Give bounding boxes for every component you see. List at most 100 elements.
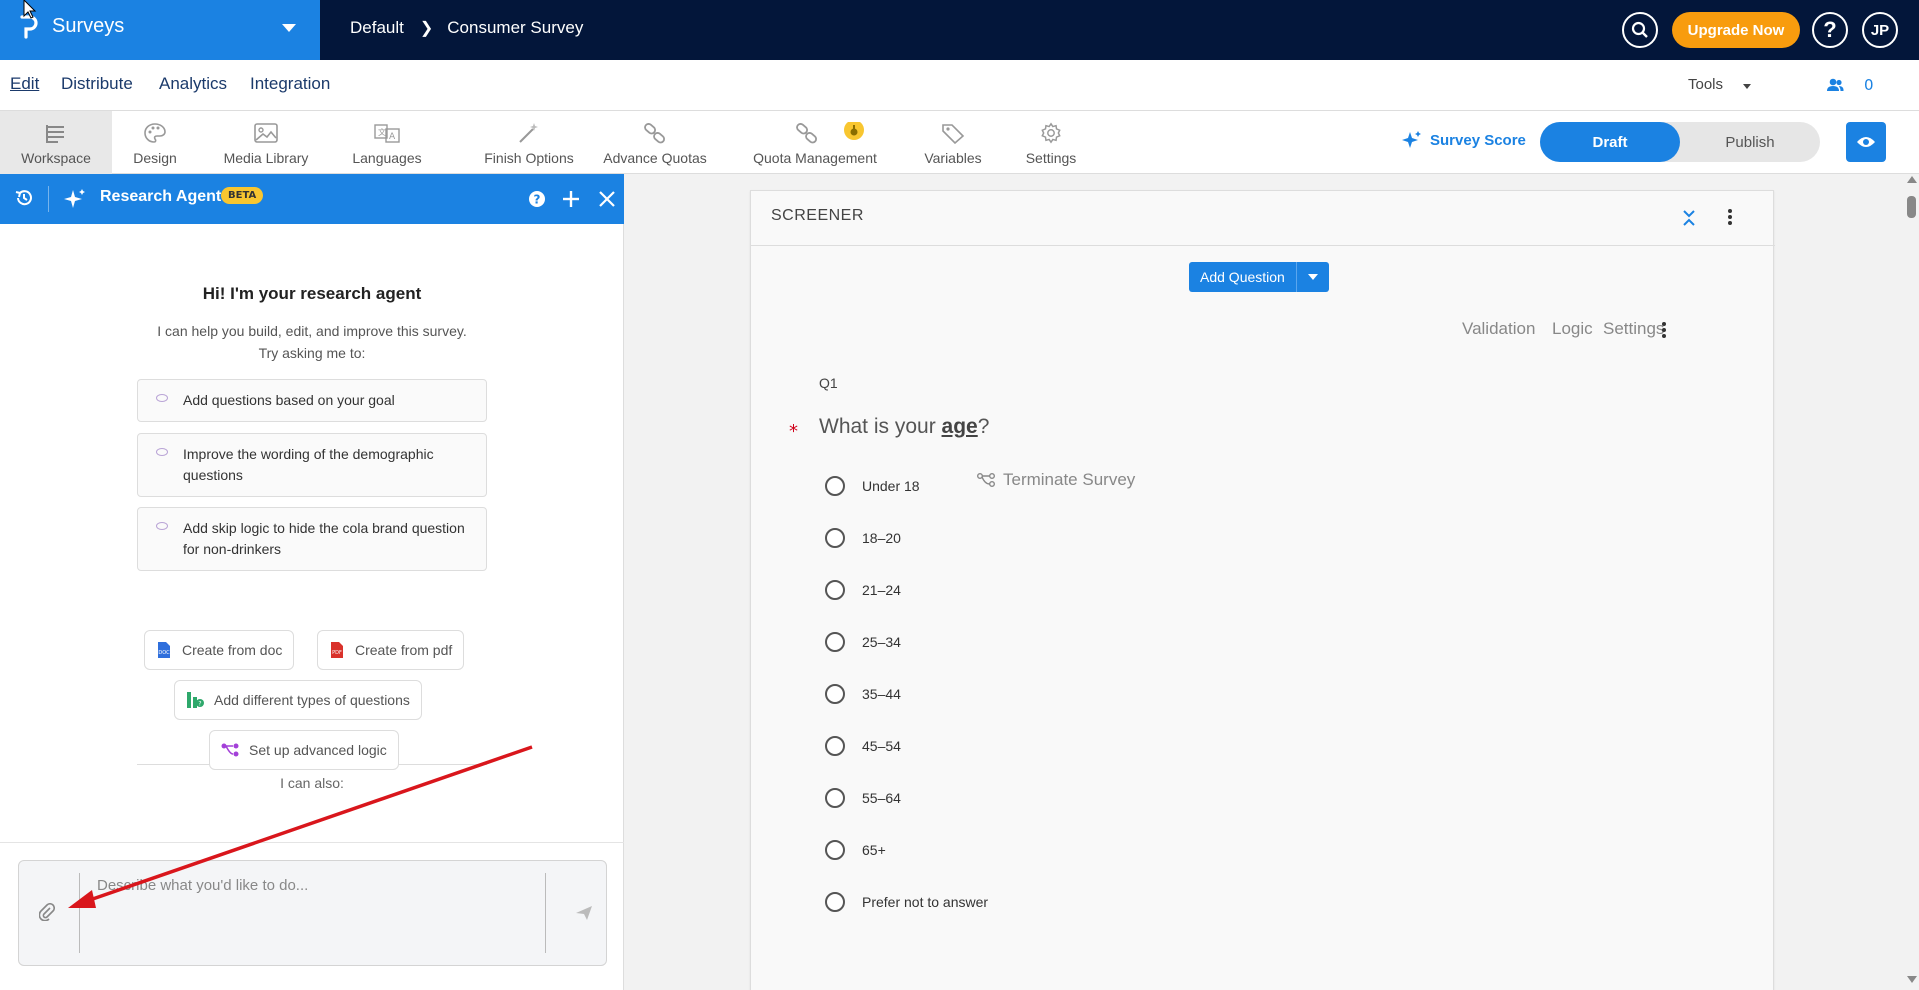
suggestion-item[interactable]: Improve the wording of the demographic q… — [137, 433, 487, 497]
radio-button[interactable] — [825, 736, 845, 756]
collaborators-icon[interactable] — [1826, 76, 1844, 94]
tools-dropdown[interactable]: Tools — [1688, 76, 1723, 93]
settings-link[interactable]: Settings — [1603, 319, 1664, 339]
preview-button[interactable] — [1846, 122, 1886, 162]
question-types-icon: ? — [187, 692, 204, 708]
logic-link[interactable]: Logic — [1552, 319, 1593, 339]
radio-button[interactable] — [825, 476, 845, 496]
add-question-types-chip[interactable]: ? Add different types of questions — [174, 680, 422, 720]
tag-icon — [942, 124, 965, 144]
upgrade-now-button[interactable]: Upgrade Now — [1672, 12, 1800, 48]
answer-option[interactable]: Under 18 — [825, 475, 920, 497]
draft-button[interactable]: Draft — [1540, 122, 1680, 162]
survey-score-button[interactable]: Survey Score — [1402, 130, 1526, 150]
top-navigation-bar: Surveys Default ❯ Consumer Survey Upgrad… — [0, 0, 1919, 60]
plus-icon[interactable] — [561, 189, 581, 209]
answer-option[interactable]: 55–64 — [825, 787, 901, 809]
agent-prompt-input[interactable] — [97, 871, 527, 899]
validation-link[interactable]: Validation — [1462, 319, 1535, 339]
radio-button[interactable] — [825, 632, 845, 652]
collapse-icon[interactable] — [1679, 207, 1699, 229]
answer-option[interactable]: 25–34 — [825, 631, 901, 653]
radio-button[interactable] — [825, 892, 845, 912]
add-question-dropdown[interactable] — [1295, 262, 1329, 292]
paperclip-icon[interactable] — [39, 903, 55, 921]
radio-button[interactable] — [825, 788, 845, 808]
terminate-survey-tag[interactable]: Terminate Survey — [977, 470, 1135, 490]
toolbar-label: Variables — [924, 150, 982, 166]
answer-label: Prefer not to answer — [862, 894, 989, 910]
suggestion-item[interactable]: Add questions based on your goal — [137, 379, 487, 422]
toolbar-settings[interactable]: Settings — [1012, 111, 1090, 174]
radio-button[interactable] — [825, 684, 845, 704]
answer-label: Under 18 — [862, 478, 920, 494]
menu-integration[interactable]: Integration — [250, 74, 330, 94]
breadcrumb: Default ❯ Consumer Survey — [350, 18, 583, 38]
svg-text:A: A — [389, 132, 396, 142]
search-button[interactable] — [1622, 12, 1658, 48]
answer-option[interactable]: 35–44 — [825, 683, 901, 705]
block-title[interactable]: SCREENER — [771, 207, 864, 225]
toolbar-languages[interactable]: 文A Languages — [340, 111, 434, 174]
question-menu-icon[interactable] — [1661, 321, 1667, 339]
add-question-button[interactable]: Add Question — [1189, 262, 1296, 292]
create-from-pdf-chip[interactable]: PDF Create from pdf — [317, 630, 465, 670]
toolbar-finish-options[interactable]: Finish Options — [454, 111, 604, 174]
publish-button[interactable]: Publish — [1680, 122, 1820, 162]
toolbar-variables[interactable]: Variables — [912, 111, 994, 174]
close-icon[interactable] — [598, 190, 616, 208]
also-label: I can also: — [280, 775, 344, 791]
block-card: SCREENER Add Question Validation Logic S… — [750, 190, 1775, 990]
chevron-down-icon[interactable] — [282, 24, 296, 32]
toolbar-label: Design — [133, 150, 177, 166]
main-menu-bar: Edit Distribute Analytics Integration To… — [0, 60, 1919, 111]
toolbar-design[interactable]: Design — [118, 111, 192, 174]
answer-option[interactable]: 21–24 — [825, 579, 901, 601]
user-avatar[interactable]: JP — [1862, 12, 1898, 48]
help-icon[interactable]: ? — [528, 190, 546, 208]
gear-icon — [1041, 122, 1061, 144]
create-from-doc-chip[interactable]: DOC Create from doc — [144, 630, 295, 670]
menu-analytics[interactable]: Analytics — [159, 74, 227, 94]
answer-option[interactable]: Prefer not to answer — [825, 891, 988, 913]
menu-edit[interactable]: Edit — [10, 74, 39, 94]
chevron-down-icon[interactable] — [1743, 84, 1751, 89]
toolbar-media-library[interactable]: Media Library — [210, 111, 322, 174]
block-menu-icon[interactable] — [1727, 207, 1733, 227]
page-scrollbar[interactable] — [1904, 174, 1919, 990]
menu-distribute[interactable]: Distribute — [61, 74, 133, 94]
answer-option[interactable]: 18–20 — [825, 527, 901, 549]
product-switcher[interactable]: Surveys — [0, 0, 320, 60]
agent-composer — [18, 860, 607, 966]
toolbar-quota-management[interactable]: Quota Management — [740, 111, 890, 174]
question-text[interactable]: What is your age? — [819, 415, 989, 439]
advanced-logic-chip[interactable]: Set up advanced logic — [209, 730, 399, 770]
answer-option[interactable]: 65+ — [825, 839, 886, 861]
collaborators-count[interactable]: 0 — [1864, 76, 1874, 94]
toolbar-advance-quotas[interactable]: Advance Quotas — [594, 111, 716, 174]
suggestion-text: Add skip logic to hide the cola brand qu… — [183, 520, 465, 557]
radio-button[interactable] — [825, 840, 845, 860]
radio-button[interactable] — [825, 580, 845, 600]
scroll-up-arrow[interactable] — [1907, 176, 1917, 183]
scrollbar-thumb[interactable] — [1907, 196, 1916, 218]
breadcrumb-folder[interactable]: Default — [350, 18, 404, 38]
radio-button[interactable] — [825, 528, 845, 548]
caret-down-icon — [1307, 274, 1318, 280]
search-icon — [1631, 21, 1648, 38]
divider — [79, 873, 80, 953]
svg-text:PDF: PDF — [332, 650, 342, 656]
help-button[interactable]: ? — [1812, 12, 1848, 48]
scroll-down-arrow[interactable] — [1907, 976, 1917, 983]
add-question-button-group: Add Question — [1189, 262, 1329, 292]
suggestion-item[interactable]: Add skip logic to hide the cola brand qu… — [137, 507, 487, 571]
toolbar-workspace[interactable]: Workspace — [0, 111, 112, 174]
chip-label: Add different types of questions — [214, 692, 410, 708]
answer-label: 35–44 — [862, 686, 901, 702]
doc-icon: DOC — [158, 642, 170, 658]
history-icon[interactable] — [14, 188, 34, 208]
answer-option[interactable]: 45–54 — [825, 735, 901, 757]
answer-label: 18–20 — [862, 530, 901, 546]
send-icon[interactable] — [575, 905, 593, 921]
answer-label: 21–24 — [862, 582, 901, 598]
